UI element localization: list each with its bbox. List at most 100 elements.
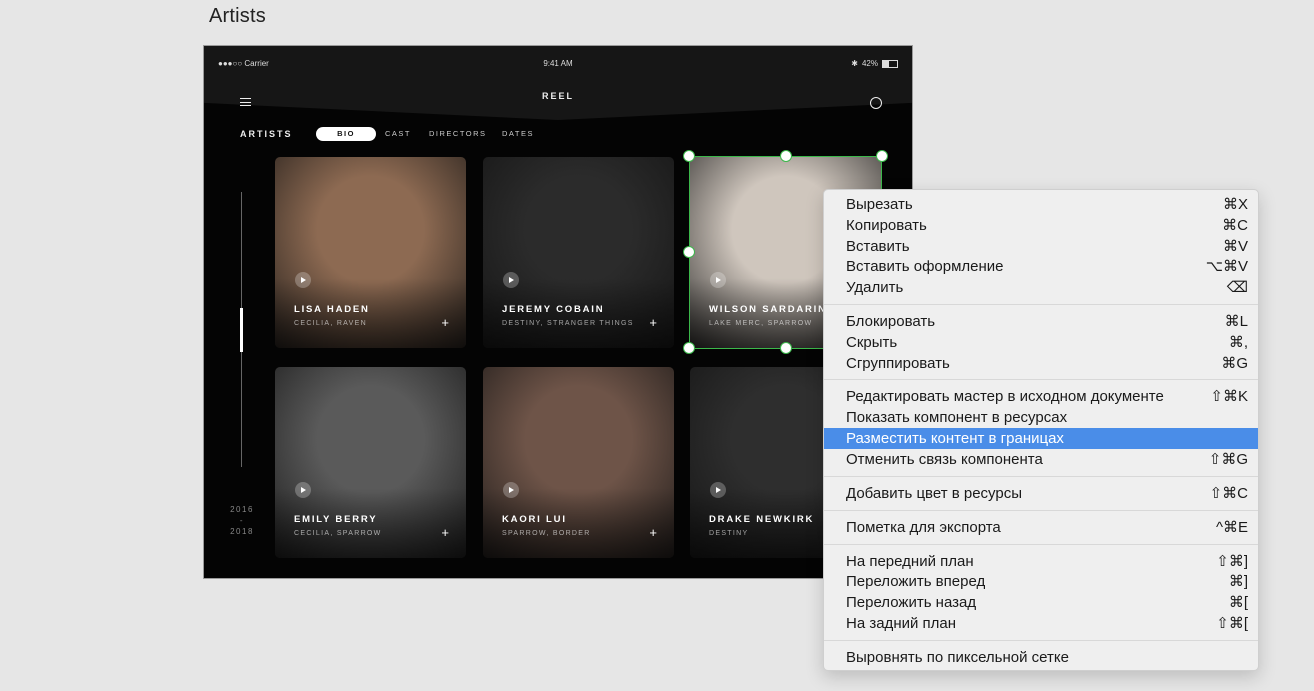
play-icon[interactable] <box>503 482 519 498</box>
tab-directors[interactable]: DIRECTORS <box>429 129 487 138</box>
menu-item-shortcut: ⌘] <box>1228 573 1248 590</box>
year-start: 2016 <box>230 505 254 514</box>
menu-item-align-pixel-grid[interactable]: Выровнять по пиксельной сетке <box>824 647 1258 668</box>
tab-bio[interactable]: BIO <box>316 127 376 141</box>
menu-item-shortcut: ⌘, <box>1228 334 1248 351</box>
menu-item-send-backward[interactable]: Переложить назад ⌘[ <box>824 592 1258 613</box>
menu-item-delete[interactable]: Удалить ⌫ <box>824 277 1258 298</box>
menu-item-label: Вставить оформление <box>846 258 1004 275</box>
year-dash: - <box>239 516 245 525</box>
artist-name: WILSON SARDARINI <box>709 304 832 315</box>
menu-separator <box>824 544 1258 545</box>
menu-item-label: Удалить <box>846 279 904 296</box>
menu-item-bring-forward[interactable]: Переложить вперед ⌘] <box>824 571 1258 592</box>
menu-item-label: Показать компонент в ресурсах <box>846 409 1068 426</box>
resize-handle-top-left[interactable] <box>683 150 695 162</box>
menu-separator <box>824 476 1258 477</box>
status-bar: ●●●○○ Carrier 9:41 AM ✱ 42% <box>204 46 912 82</box>
artboard[interactable]: ●●●○○ Carrier 9:41 AM ✱ 42% REEL ARTISTS… <box>203 45 913 579</box>
menu-item-shortcut: ⌘X <box>1222 196 1248 213</box>
menu-item-copy[interactable]: Копировать ⌘C <box>824 215 1258 236</box>
menu-item-label: Вырезать <box>846 196 913 213</box>
menu-separator <box>824 304 1258 305</box>
menu-item-mark-export[interactable]: Пометка для экспорта ^⌘E <box>824 517 1258 538</box>
resize-handle-top[interactable] <box>780 150 792 162</box>
play-icon[interactable] <box>710 482 726 498</box>
artist-name: JEREMY COBAIN <box>502 304 605 315</box>
add-icon[interactable]: + <box>441 315 449 330</box>
menu-item-show-in-assets[interactable]: Показать компонент в ресурсах <box>824 407 1258 428</box>
menu-item-shortcut: ⌘G <box>1221 355 1248 372</box>
menu-item-shortcut: ⌘[ <box>1228 594 1248 611</box>
menu-item-label: Скрыть <box>846 334 898 351</box>
battery-indicator: ✱ 42% <box>851 59 898 68</box>
menu-item-label: Разместить контент в границах <box>846 430 1064 447</box>
artboard-title[interactable]: Artists <box>209 5 266 28</box>
menu-separator <box>824 640 1258 641</box>
menu-separator <box>824 379 1258 380</box>
nav-bar <box>204 82 912 120</box>
menu-item-shortcut: ⇧⌘C <box>1209 485 1248 502</box>
section-title: ARTISTS <box>240 129 293 139</box>
menu-item-fit-content[interactable]: Разместить контент в границах <box>824 428 1258 449</box>
timeline-thumb[interactable] <box>240 308 243 352</box>
add-icon[interactable]: + <box>649 525 657 540</box>
artist-name: LISA HADEN <box>294 304 370 315</box>
battery-percent: 42% <box>861 59 878 68</box>
play-icon[interactable] <box>295 482 311 498</box>
resize-handle-left[interactable] <box>683 246 695 258</box>
artist-card-jeremy-cobain[interactable]: JEREMY COBAIN DESTINY, STRANGER THINGS + <box>483 157 674 348</box>
menu-item-label: Пометка для экспорта <box>846 519 1001 536</box>
menu-item-send-to-back[interactable]: На задний план ⇧⌘[ <box>824 613 1258 634</box>
hamburger-menu-icon[interactable] <box>240 98 251 106</box>
menu-item-group[interactable]: Сгруппировать ⌘G <box>824 353 1258 374</box>
artist-roles: SPARROW, BORDER <box>502 530 591 537</box>
menu-item-label: Переложить назад <box>846 594 977 611</box>
add-icon[interactable]: + <box>649 315 657 330</box>
year-end: 2018 <box>230 527 254 536</box>
menu-item-paste-style[interactable]: Вставить оформление ⌥⌘V <box>824 256 1258 277</box>
resize-handle-top-right[interactable] <box>876 150 888 162</box>
menu-separator <box>824 510 1258 511</box>
menu-item-add-color[interactable]: Добавить цвет в ресурсы ⇧⌘C <box>824 483 1258 504</box>
menu-item-label: Блокировать <box>846 313 936 330</box>
artist-name: KAORI LUI <box>502 514 567 525</box>
menu-item-shortcut: ⌫ <box>1226 279 1248 296</box>
menu-item-label: Отменить связь компонента <box>846 451 1043 468</box>
status-time: 9:41 AM <box>543 59 573 68</box>
menu-item-edit-master[interactable]: Редактировать мастер в исходном документ… <box>824 386 1258 407</box>
tab-cast[interactable]: CAST <box>385 129 411 138</box>
tab-dates[interactable]: DATES <box>502 129 534 138</box>
menu-item-label: Добавить цвет в ресурсы <box>846 485 1023 502</box>
menu-item-bring-to-front[interactable]: На передний план ⇧⌘] <box>824 551 1258 572</box>
menu-item-cut[interactable]: Вырезать ⌘X <box>824 194 1258 215</box>
menu-item-shortcut: ⇧⌘[ <box>1216 615 1248 632</box>
menu-item-shortcut: ⌘L <box>1224 313 1248 330</box>
artist-card-lisa-haden[interactable]: LISA HADEN CECILIA, RAVEN + <box>275 157 466 348</box>
menu-item-detach-component[interactable]: Отменить связь компонента ⇧⌘G <box>824 449 1258 470</box>
menu-item-paste[interactable]: Вставить ⌘V <box>824 236 1258 257</box>
context-menu: Вырезать ⌘X Копировать ⌘C Вставить ⌘V Вставить… <box>823 189 1259 671</box>
menu-item-hide[interactable]: Скрыть ⌘, <box>824 332 1258 353</box>
menu-item-label: Переложить вперед <box>846 573 986 590</box>
resize-handle-bottom-left[interactable] <box>683 342 695 354</box>
play-icon[interactable] <box>710 272 726 288</box>
play-icon[interactable] <box>503 272 519 288</box>
resize-handle-bottom[interactable] <box>780 342 792 354</box>
menu-item-lock[interactable]: Блокировать ⌘L <box>824 311 1258 332</box>
artist-card-emily-berry[interactable]: EMILY BERRY CECILIA, SPARROW + <box>275 367 466 558</box>
play-icon[interactable] <box>295 272 311 288</box>
artist-name: EMILY BERRY <box>294 514 378 525</box>
artist-roles: DESTINY, STRANGER THINGS <box>502 320 634 327</box>
profile-icon[interactable] <box>870 97 882 109</box>
menu-item-shortcut: ^⌘E <box>1215 519 1248 536</box>
battery-icon <box>882 59 898 68</box>
bluetooth-icon: ✱ <box>851 59 858 68</box>
artist-card-kaori-lui[interactable]: KAORI LUI SPARROW, BORDER + <box>483 367 674 558</box>
add-icon[interactable]: + <box>441 525 449 540</box>
menu-item-label: Вставить <box>846 238 910 255</box>
app-title: REEL <box>541 91 574 101</box>
menu-item-label: Редактировать мастер в исходном документ… <box>846 388 1164 405</box>
menu-item-label: На задний план <box>846 615 957 632</box>
artist-roles: LAKE MERC, SPARROW <box>709 320 813 327</box>
